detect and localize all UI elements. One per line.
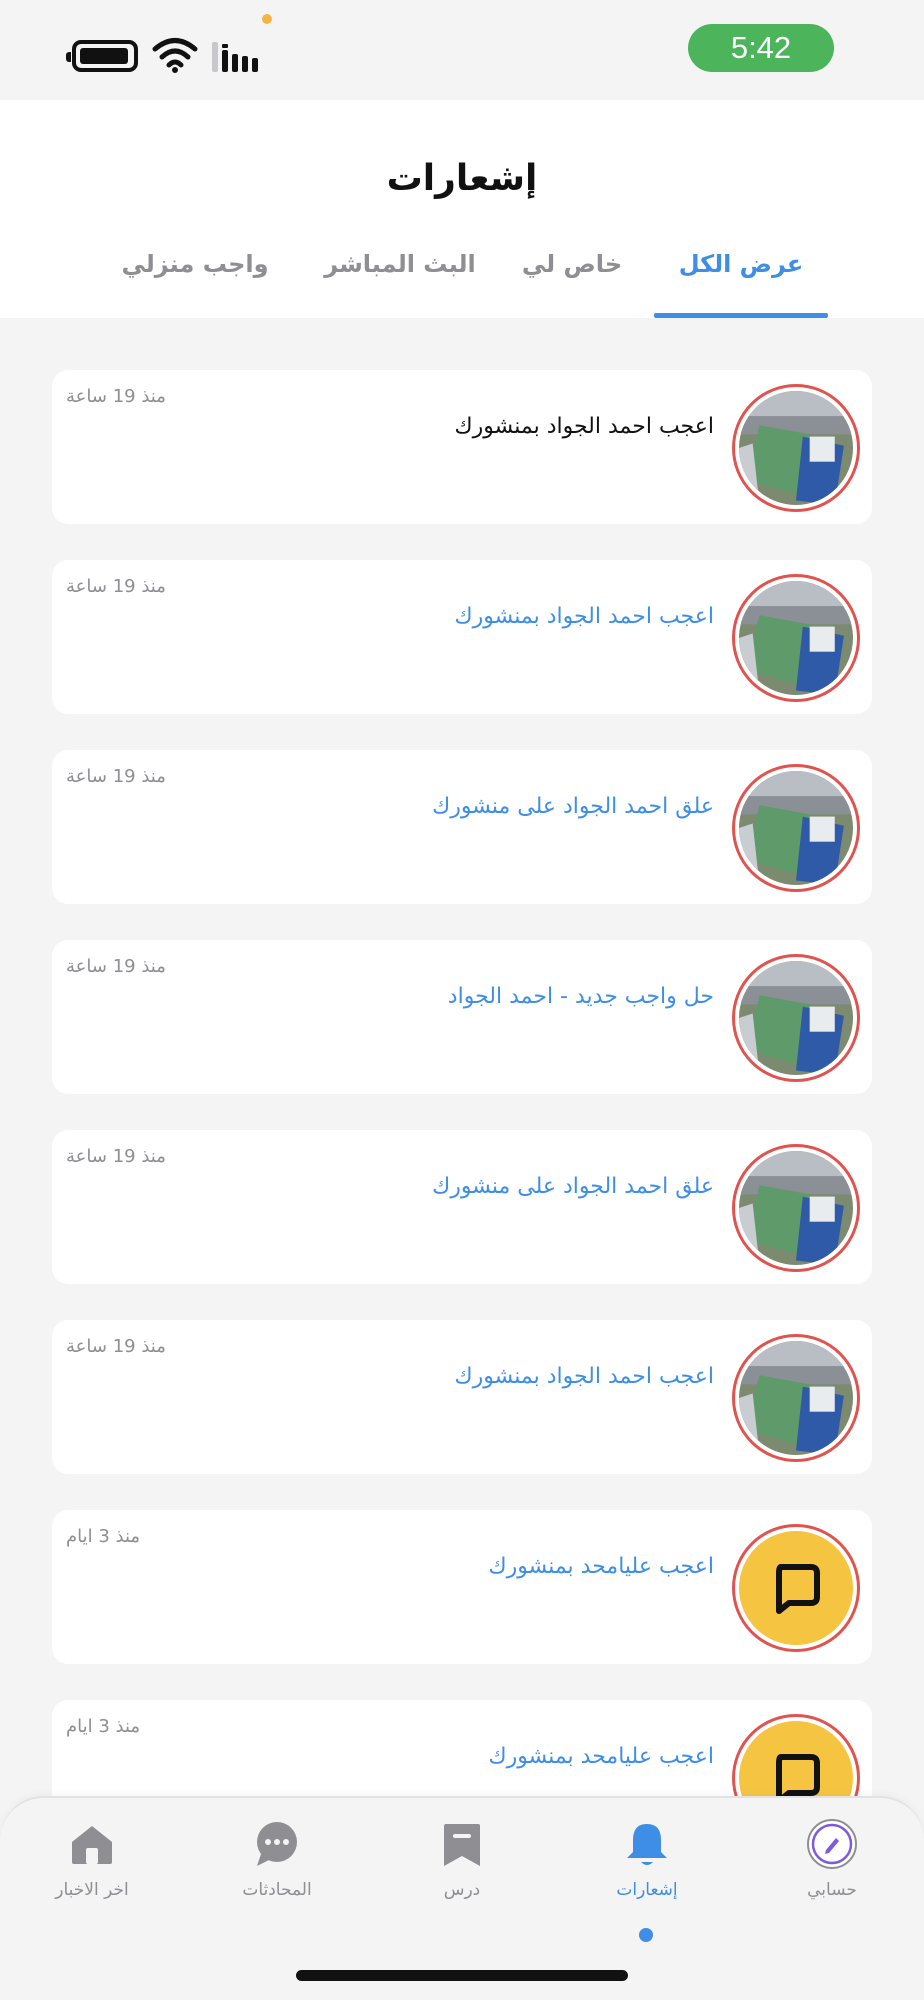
- home-icon: [72, 1826, 112, 1864]
- avatar[interactable]: [732, 1144, 860, 1272]
- tab-private[interactable]: خاص لي: [500, 240, 644, 318]
- notification-time: منذ 19 ساعة: [66, 1336, 166, 1357]
- notification-text: اعجب احمد الجواد بمنشورك: [454, 604, 714, 629]
- bookmark-icon: [444, 1824, 480, 1866]
- nav-label: درس: [443, 1880, 481, 1900]
- notification-card[interactable]: حل واجب جديد - احمد الجواد منذ 19 ساعة: [52, 940, 872, 1094]
- tab-bar: عرض الكل خاص لي البث المباشر واجب منزلي: [0, 240, 924, 318]
- nav-item-lesson[interactable]: درس: [382, 1818, 542, 1900]
- notification-text: اعجب عليامحد بمنشورك: [488, 1744, 714, 1769]
- privacy-indicator-dot: [262, 14, 272, 24]
- nav-label: اخر الاخبار: [55, 1880, 129, 1900]
- notification-card[interactable]: علق احمد الجواد على منشورك منذ 19 ساعة: [52, 1130, 872, 1284]
- nav-item-chats[interactable]: المحادثات: [197, 1818, 357, 1900]
- wifi-icon: [152, 38, 198, 73]
- notification-text: اعجب احمد الجواد بمنشورك: [454, 1364, 714, 1389]
- notification-card[interactable]: اعجب احمد الجواد بمنشورك منذ 19 ساعة: [52, 1320, 872, 1474]
- notification-time: منذ 3 ايام: [66, 1526, 141, 1547]
- tab-active-underline: [654, 313, 828, 318]
- bell-icon: [627, 1824, 667, 1865]
- status-bar: 5:42: [0, 0, 924, 100]
- page-title: إشعارات: [386, 158, 538, 199]
- avatar[interactable]: [732, 384, 860, 512]
- nav-label: المحادثات: [242, 1880, 312, 1900]
- notification-time: منذ 19 ساعة: [66, 576, 166, 597]
- notification-text: اعجب عليامحد بمنشورك: [488, 1554, 714, 1579]
- port-photo-icon: [739, 961, 853, 1075]
- tab-label: البث المباشر: [324, 250, 476, 278]
- nav-item-notifications[interactable]: إشعارات: [567, 1818, 727, 1942]
- notification-text: علق احمد الجواد على منشورك: [432, 794, 714, 819]
- battery-icon: [66, 40, 138, 72]
- nav-label: إشعارات: [616, 1880, 678, 1900]
- nav-item-news[interactable]: اخر الاخبار: [12, 1818, 172, 1900]
- nav-item-account[interactable]: حسابي: [752, 1818, 912, 1900]
- avatar[interactable]: [732, 1334, 860, 1462]
- port-photo-icon: [739, 1151, 853, 1265]
- notification-card[interactable]: اعجب احمد الجواد بمنشورك منذ 19 ساعة: [52, 370, 872, 524]
- home-indicator: [296, 1970, 628, 1981]
- port-photo-icon: [739, 581, 853, 695]
- tab-live[interactable]: البث المباشر: [310, 240, 490, 318]
- tab-all[interactable]: عرض الكل: [654, 240, 828, 318]
- active-indicator-dot: [639, 1928, 653, 1942]
- notification-card[interactable]: اعجب احمد الجواد بمنشورك منذ 19 ساعة: [52, 560, 872, 714]
- notification-card[interactable]: علق احمد الجواد على منشورك منذ 19 ساعة: [52, 750, 872, 904]
- notification-text: حل واجب جديد - احمد الجواد: [447, 984, 714, 1009]
- avatar[interactable]: [732, 1524, 860, 1652]
- notification-time: منذ 3 ايام: [66, 1716, 141, 1737]
- notification-time: منذ 19 ساعة: [66, 956, 166, 977]
- nav-label: حسابي: [807, 1880, 857, 1900]
- profile-icon: [807, 1819, 857, 1869]
- avatar[interactable]: [732, 764, 860, 892]
- port-photo-icon: [739, 771, 853, 885]
- tab-label: خاص لي: [521, 250, 623, 278]
- status-time: 5:42: [688, 24, 834, 72]
- cellular-signal-icon: [212, 42, 258, 72]
- port-photo-icon: [739, 1341, 853, 1455]
- notification-card[interactable]: اعجب عليامحد بمنشورك منذ 3 ايام: [52, 1510, 872, 1664]
- tab-homework[interactable]: واجب منزلي: [110, 240, 280, 318]
- notification-time: منذ 19 ساعة: [66, 386, 166, 407]
- notification-time: منذ 19 ساعة: [66, 766, 166, 787]
- avatar[interactable]: [732, 954, 860, 1082]
- notification-text: علق احمد الجواد على منشورك: [432, 1174, 714, 1199]
- header: إشعارات عرض الكل خاص لي البث المباشر واج…: [0, 100, 924, 318]
- port-photo-icon: [739, 391, 853, 505]
- avatar[interactable]: [732, 574, 860, 702]
- tab-label: واجب منزلي: [121, 250, 269, 278]
- chat-icon: [257, 1822, 297, 1866]
- notification-time: منذ 19 ساعة: [66, 1146, 166, 1167]
- chat-logo-icon: [776, 1564, 820, 1614]
- tab-label: عرض الكل: [678, 250, 804, 278]
- notification-text: اعجب احمد الجواد بمنشورك: [454, 414, 714, 439]
